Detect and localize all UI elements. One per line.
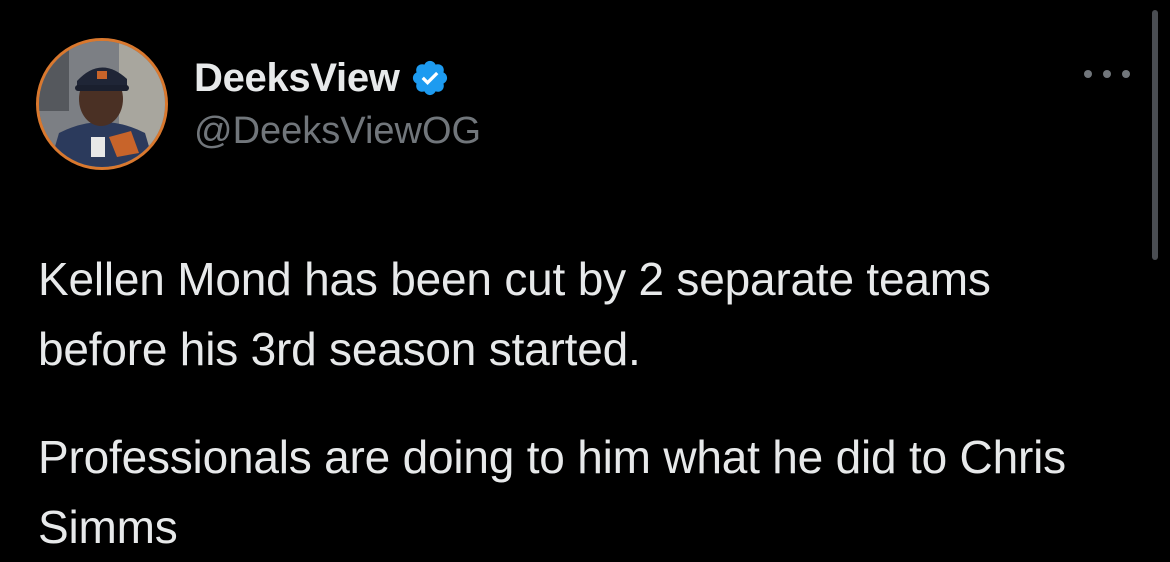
scrollbar[interactable] — [1152, 10, 1158, 260]
tweet-paragraph: Professionals are doing to him what he d… — [38, 431, 1066, 553]
tweet-card: DeeksView @DeeksViewOG Kellen Mond has b… — [0, 0, 1170, 553]
tweet-paragraph: Kellen Mond has been cut by 2 separate t… — [38, 253, 991, 375]
author-name-row[interactable]: DeeksView — [194, 54, 450, 102]
tweet-body: Kellen Mond has been cut by 2 separate t… — [38, 244, 1128, 562]
more-dot — [1122, 70, 1130, 78]
verified-badge-icon — [412, 60, 447, 96]
more-options-icon[interactable] — [1084, 62, 1130, 86]
more-dot — [1084, 70, 1092, 78]
more-dot — [1103, 70, 1111, 78]
avatar-photo — [39, 41, 165, 167]
author-avatar[interactable] — [36, 38, 168, 170]
author-display-name[interactable]: DeeksView — [194, 54, 400, 102]
author-handle[interactable]: @DeeksViewOG — [194, 108, 481, 154]
